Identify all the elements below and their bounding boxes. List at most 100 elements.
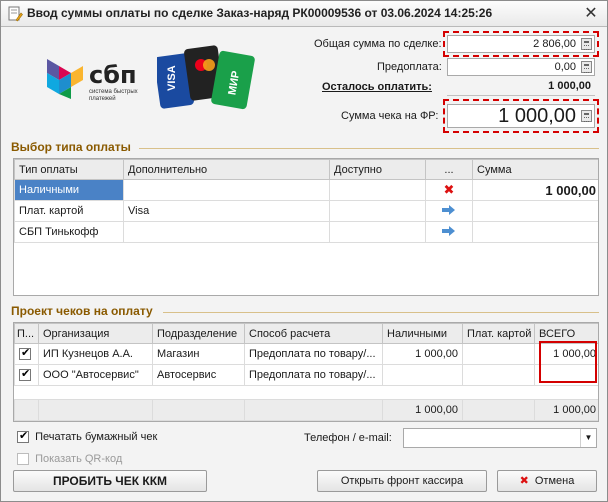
method-cell[interactable]: Предоплата по товару/... — [244, 364, 383, 386]
row-checkbox-cell[interactable] — [14, 343, 39, 365]
card-cell[interactable] — [462, 364, 535, 386]
action-cell[interactable]: ✖ — [425, 179, 473, 201]
table-row[interactable]: Наличными ✖ 1 000,00 — [14, 179, 598, 201]
sbp-logo-text: сбп — [89, 61, 137, 89]
payment-type-grid[interactable]: Тип оплаты Дополнительно Доступно ... Су… — [13, 158, 599, 296]
chevron-down-icon[interactable]: ▼ — [580, 429, 596, 447]
row-checkbox[interactable] — [19, 346, 31, 361]
row-checkbox-cell[interactable] — [14, 364, 39, 386]
col-sum[interactable]: Сумма — [472, 159, 598, 180]
available-cell[interactable] — [329, 179, 426, 201]
payment-type-section-title: Выбор типа оплаты — [11, 140, 131, 154]
row-checkbox[interactable] — [19, 367, 31, 382]
receipts-section: Проект чеков на оплату — [11, 304, 599, 320]
sum-cell[interactable] — [472, 221, 598, 243]
col-print[interactable]: П... — [14, 323, 39, 344]
sbp-logo-mark-icon — [47, 59, 83, 99]
dept-cell[interactable]: Магазин — [152, 343, 245, 365]
col-method[interactable]: Способ расчета — [244, 323, 383, 344]
punch-receipt-button[interactable]: ПРОБИТЬ ЧЕК ККМ — [13, 470, 207, 492]
print-paper-label: Печатать бумажный чек — [35, 431, 158, 444]
table-header-row: П... Организация Подразделение Способ ра… — [14, 323, 598, 344]
footer-card — [462, 399, 535, 421]
col-action[interactable]: ... — [425, 159, 473, 180]
show-qr-checkbox[interactable] — [17, 453, 29, 466]
sbp-logo: сбп система быстрых платежей — [45, 57, 145, 107]
table-row[interactable]: ИП Кузнецов А.А. Магазин Предоплата по т… — [14, 343, 598, 365]
cancel-label: Отмена — [534, 475, 575, 487]
col-org[interactable]: Организация — [38, 323, 153, 344]
phone-label: Телефон / e-mail: — [304, 432, 392, 444]
org-cell[interactable]: ООО "Автосервис" — [38, 364, 153, 386]
receipt-sum-label: Сумма чека на ФР: — [341, 110, 439, 122]
dept-cell[interactable]: Автосервис — [152, 364, 245, 386]
col-card[interactable]: Плат. картой — [462, 323, 535, 344]
delete-icon[interactable]: ✖ — [444, 182, 455, 197]
table-row[interactable]: СБП Тинькофф — [14, 221, 598, 243]
col-cash[interactable]: Наличными — [382, 323, 463, 344]
table-row[interactable]: ООО "Автосервис" Автосервис Предоплата п… — [14, 364, 598, 386]
payment-type-section: Выбор типа оплаты — [11, 140, 599, 156]
close-icon[interactable]: ✕ — [581, 4, 601, 24]
section-divider — [139, 148, 599, 149]
section-divider — [163, 312, 599, 313]
document-edit-icon — [8, 6, 23, 22]
payment-cards-icon: VISA МИР — [154, 45, 255, 110]
calculator-icon[interactable] — [581, 61, 592, 73]
extra-cell[interactable] — [123, 179, 330, 201]
receipts-section-title: Проект чеков на оплату — [11, 304, 153, 318]
print-paper-option[interactable]: Печатать бумажный чек — [17, 429, 158, 444]
receipts-table: П... Организация Подразделение Способ ра… — [14, 323, 598, 386]
remaining-field: 1 000,00 — [447, 78, 595, 96]
sum-cell[interactable]: 1 000,00 — [472, 179, 598, 201]
payment-dialog: Ввод суммы оплаты по сделке Заказ-наряд … — [0, 0, 608, 502]
total-highlight — [443, 31, 599, 57]
col-available[interactable]: Доступно — [329, 159, 426, 180]
footer-cash: 1 000,00 — [382, 399, 463, 421]
svg-text:VISA: VISA — [166, 65, 178, 91]
payment-type-cell[interactable]: Наличными — [14, 179, 124, 201]
available-cell[interactable] — [329, 221, 426, 243]
receipts-grid[interactable]: П... Организация Подразделение Способ ра… — [13, 322, 599, 422]
arrow-right-icon[interactable] — [442, 225, 456, 236]
remaining-value: 1 000,00 — [548, 80, 591, 92]
available-cell[interactable] — [329, 200, 426, 222]
extra-cell[interactable] — [123, 221, 330, 243]
prepay-field[interactable]: 0,00 — [447, 58, 595, 76]
remaining-label: Осталось оплатить: — [322, 81, 432, 93]
card-cell[interactable] — [462, 343, 535, 365]
phone-input[interactable]: ▼ — [403, 428, 597, 448]
payment-cards-logo: VISA МИР — [154, 41, 267, 121]
payment-type-cell[interactable]: СБП Тинькофф — [14, 221, 124, 243]
print-paper-checkbox[interactable] — [17, 429, 29, 444]
totals-row: 1 000,00 1 000,00 — [14, 399, 598, 421]
action-cell[interactable] — [425, 221, 473, 243]
footer-empty-cell — [14, 399, 39, 421]
cancel-x-icon: ✖ — [519, 475, 529, 487]
extra-cell[interactable]: Visa — [123, 200, 330, 222]
cash-cell[interactable] — [382, 364, 463, 386]
footer-empty-cell — [38, 399, 153, 421]
col-extra[interactable]: Дополнительно — [123, 159, 330, 180]
open-cashier-front-button[interactable]: Открыть фронт кассира — [317, 470, 487, 492]
arrow-right-icon[interactable] — [442, 204, 456, 215]
method-cell[interactable]: Предоплата по товару/... — [244, 343, 383, 365]
cancel-button[interactable]: ✖ Отмена — [497, 470, 597, 492]
col-dept[interactable]: Подразделение — [152, 323, 245, 344]
col-payment-type[interactable]: Тип оплаты — [14, 159, 124, 180]
total-column-highlight — [539, 341, 597, 383]
show-qr-option[interactable]: Показать QR-код — [17, 453, 122, 466]
title-bar: Ввод суммы оплаты по сделке Заказ-наряд … — [1, 1, 607, 27]
payment-type-table: Тип оплаты Дополнительно Доступно ... Су… — [14, 159, 598, 243]
action-cell[interactable] — [425, 200, 473, 222]
window-title: Ввод суммы оплаты по сделке Заказ-наряд … — [27, 6, 493, 20]
prepay-value: 0,00 — [554, 61, 576, 73]
payment-type-cell[interactable]: Плат. картой — [14, 200, 124, 222]
table-header-row: Тип оплаты Дополнительно Доступно ... Су… — [14, 159, 598, 180]
footer-empty-cell — [152, 399, 245, 421]
cash-cell[interactable]: 1 000,00 — [382, 343, 463, 365]
table-row[interactable]: Плат. картой Visa — [14, 200, 598, 222]
org-cell[interactable]: ИП Кузнецов А.А. — [38, 343, 153, 365]
sum-cell[interactable] — [472, 200, 598, 222]
total-label: Общая сумма по сделке: — [314, 38, 442, 50]
